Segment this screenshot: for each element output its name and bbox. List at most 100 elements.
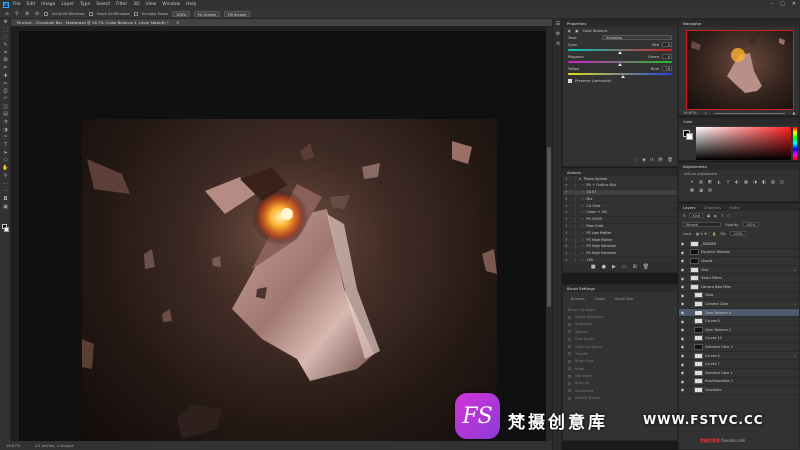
eraser-icon[interactable]: ◫ [0,104,11,112]
expand-arrow-icon[interactable]: › [582,237,583,244]
visibility-eye-icon[interactable]: ◉ [679,370,686,375]
action-dialog-toggle[interactable] [570,230,576,236]
action-item[interactable]: ✓ › PS Low Matter [563,230,677,238]
menu-item-layer[interactable]: Layer [61,2,74,7]
layer-row[interactable]: ◉ Color Balance 2 [679,326,799,335]
brush-option-checkbox[interactable] [568,396,571,400]
action-check-icon[interactable]: ✓ [563,223,570,230]
menu-item-3d[interactable]: 3D [133,2,139,7]
brush-tab[interactable]: Brushes [571,297,585,301]
frame-tool-icon[interactable]: ⊠ [0,57,11,65]
adjustment-icon[interactable]: ◑ [752,179,758,184]
dodge-tool-icon[interactable]: ◑ [0,127,11,135]
visibility-eye-icon[interactable]: ◉ [679,362,686,367]
scrubby-zoom-checkbox[interactable] [133,11,138,16]
visibility-eye-icon[interactable]: ◉ [679,310,686,315]
layer-row[interactable]: ◉ Color Balance 4 [679,308,799,318]
visibility-eye-icon[interactable]: ◉ [679,327,686,332]
stop-icon[interactable]: ■ [591,262,596,272]
lasso-tool-icon[interactable]: ◌ [0,34,11,42]
action-dialog-toggle[interactable] [570,251,576,257]
tone-select[interactable]: Shadows [602,35,672,40]
zoom-tool-icon[interactable]: ⚲ [0,173,11,181]
layer-row[interactable]: ◉ Curves 8 [679,317,799,326]
new-action-icon[interactable]: ⊞ [633,262,637,272]
brush-option-checkbox[interactable] [568,374,571,378]
action-dialog-toggle[interactable] [570,189,576,195]
action-item[interactable]: ✓ ▾ Photo Upload [563,176,677,183]
visibility-eye-icon[interactable]: ◉ [679,267,686,272]
opacity-value[interactable]: 100% [742,222,759,227]
fill-value[interactable]: 100% [730,231,746,236]
brush-option-checkbox[interactable] [568,389,571,393]
adjustment-icon[interactable]: ▥ [698,179,704,184]
delete-action-icon[interactable]: 🗑 [643,262,649,272]
background-color-swatch[interactable] [4,227,9,232]
action-check-icon[interactable]: ✓ [563,216,570,223]
action-item[interactable]: ✓ › PS High Saturate [563,251,677,258]
adjustment-icon[interactable]: ◭ [716,179,722,184]
action-dialog-toggle[interactable] [570,244,576,250]
expand-arrow-icon[interactable]: › [582,250,583,257]
layer-row[interactable]: ◉ Camera Raw Filter [679,283,799,292]
action-dialog-toggle[interactable] [570,223,576,229]
menu-item-select[interactable]: Select [96,2,110,7]
visibility-eye-icon[interactable]: ◉ [679,250,686,255]
layer-row[interactable]: ◉ Shards [679,257,799,266]
adjustment-icon[interactable]: ◪ [698,187,704,192]
zoom-100-button[interactable]: 100% [172,10,191,17]
brush-option-checkbox[interactable] [568,322,571,326]
magenta-value[interactable]: 0 [662,54,672,59]
fill-screen-button[interactable]: Fill Screen [224,10,251,17]
adjustment-icon[interactable]: ◩ [707,179,713,184]
adjustment-icon[interactable]: ◐ [734,179,740,184]
brush-option-checkbox[interactable] [568,367,571,371]
record-icon[interactable]: ● [602,262,606,272]
visibility-eye-icon[interactable]: ◉ [679,344,686,349]
action-dialog-toggle[interactable] [570,183,576,189]
brush-option[interactable]: Protect Texture [563,395,677,402]
brush-option-checkbox[interactable] [568,315,571,319]
blur-tool-icon[interactable]: ◔ [0,119,11,127]
adjustments-title[interactable]: Adjustments [683,163,707,170]
visibility-eye-icon[interactable]: ◉ [679,258,686,263]
action-item[interactable]: ✓ › 16.07 [563,189,677,197]
blend-mode-select[interactable]: Normal [683,222,721,227]
navigator-preview[interactable] [686,30,794,110]
brush-option-checkbox[interactable] [568,345,571,349]
adjustment-icon[interactable]: ◫ [779,179,785,184]
canvas-area[interactable] [11,27,547,446]
filter-adjust-icon[interactable]: ◐ [714,214,717,218]
tab-layers[interactable]: Layers [683,204,696,211]
zoom-out-small-icon[interactable]: ▵ [705,111,707,115]
layer-row[interactable]: ◉ Chocolate [679,386,799,395]
magenta-slider-knob[interactable] [618,63,622,66]
adjustment-icon[interactable]: ▦ [743,179,749,184]
action-item[interactable]: ✓ › Clean + OB [563,210,677,217]
action-dialog-toggle[interactable] [570,176,576,182]
menu-item-type[interactable]: Type [80,2,90,7]
brush-option[interactable]: Shape Dynamics [563,313,677,320]
new-set-icon[interactable]: ▭ [622,262,627,272]
visibility-eye-icon[interactable]: ◉ [679,336,686,341]
fit-screen-button[interactable]: Fit Screen [194,10,221,17]
adjustment-icon[interactable]: ◧ [761,179,767,184]
layer-filter-kind[interactable]: Kind [689,213,703,218]
marquee-tool-icon[interactable]: ⬚ [0,27,11,35]
action-dialog-toggle[interactable] [570,237,576,243]
crop-tool-icon[interactable]: ⌗ [0,50,11,58]
brush-tab[interactable]: Brush Size [615,297,633,301]
move-tool-icon[interactable]: ✥ [0,19,11,27]
brush-option-checkbox[interactable] [568,330,571,334]
layer-row[interactable]: ◉ _RENDER [679,240,799,249]
layer-row[interactable]: ◉ Selective Color 1 [679,369,799,378]
close-tab-icon[interactable]: ✕ [176,20,179,25]
clone-stamp-icon[interactable]: ⎙ [0,88,11,96]
visibility-eye-icon[interactable]: ◉ [679,301,686,306]
visibility-eye-icon[interactable]: ◉ [679,241,686,246]
filter-pixel-icon[interactable]: ▣ [707,214,710,218]
layer-row[interactable]: ◉ Selective Color 2 [679,343,799,352]
path-select-icon[interactable]: ➤ [0,150,11,158]
action-item[interactable]: ✓ › PS High Matter [563,237,677,244]
menu-item-view[interactable]: View [146,2,157,7]
